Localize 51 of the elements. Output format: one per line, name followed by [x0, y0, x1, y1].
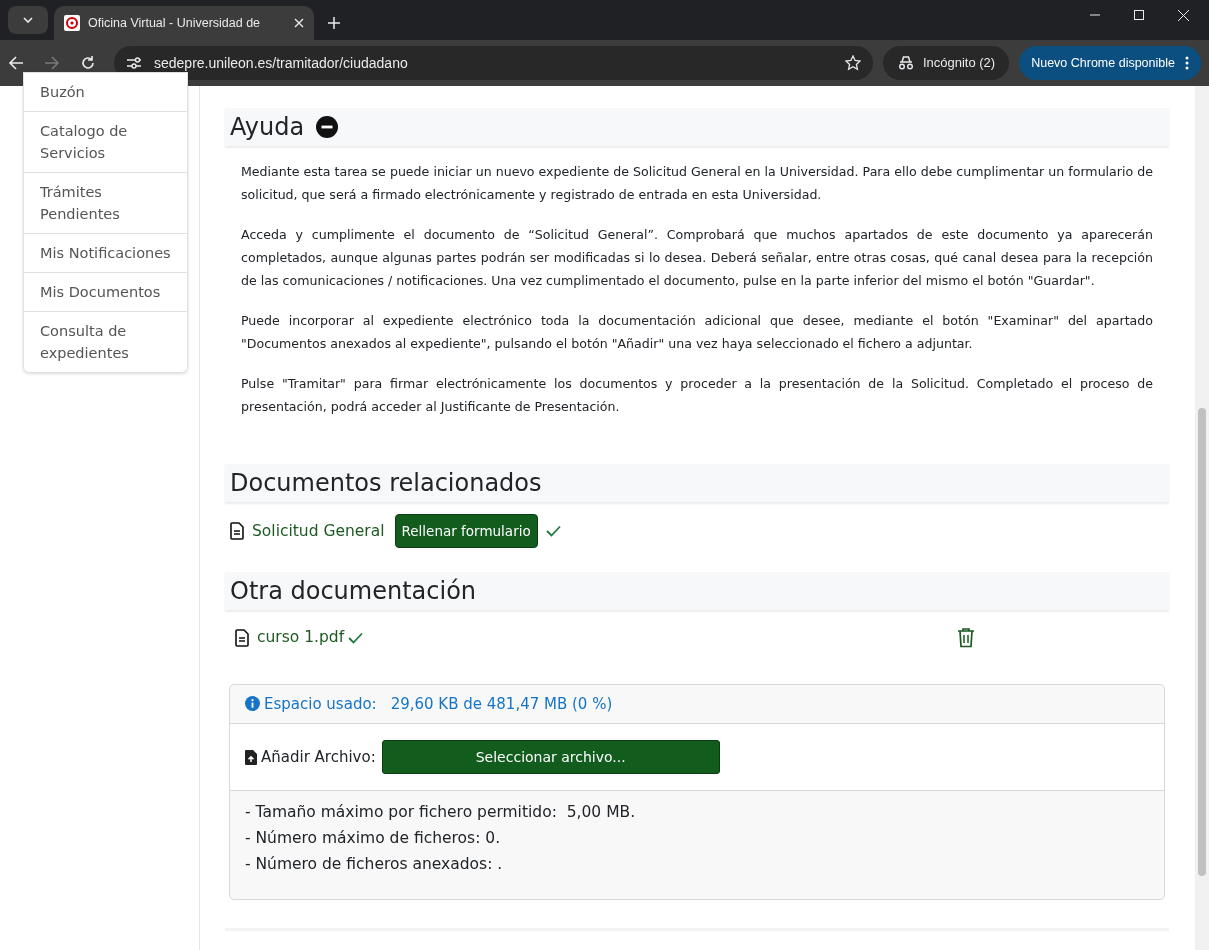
incognito-indicator[interactable]: Incógnito (2): [882, 46, 1010, 80]
trash-icon[interactable]: [957, 627, 975, 649]
address-bar[interactable]: sedepre.unileon.es/tramitador/ciudadano: [114, 46, 873, 80]
close-icon[interactable]: [1178, 9, 1189, 21]
space-used-value: 29,60 KB de 481,47 MB (0 %): [390, 693, 613, 715]
sidebar-item[interactable]: Mis Documentos: [23, 273, 188, 312]
fill-form-button[interactable]: Rellenar formulario: [394, 514, 538, 549]
sidebar-item[interactable]: Catalogo de Servicios: [23, 112, 188, 173]
sidebar-item[interactable]: Trámites Pendientes: [23, 173, 188, 234]
back-arrow-icon[interactable]: [8, 55, 24, 71]
new-tab-icon[interactable]: [328, 17, 340, 29]
chevron-down-icon: [23, 17, 33, 23]
document-icon: [230, 522, 244, 541]
section-title: Documentos relacionados: [230, 468, 542, 499]
help-paragraph: Acceda y cumplimente el documento de “Solicitud General”. Comprobará que muchos apartados de este documento ya aparecerán completados, aunque algunas partes podrán ser modificadas si lo desea. Deberá señalar, entre otras cosas, qué canal desea para la recepción de las comunicaciones / notificaciones. Una vez cumplimentado el documento, pulse en la parte inferior del mismo el botón "Guardar".: [241, 226, 1153, 290]
limit-note: - Tamaño máximo por fichero permitido: 5,00 MB.: [245, 802, 637, 823]
browser-tab[interactable]: Oficina Virtual - Universidad de: [54, 6, 314, 40]
limit-note: - Número de ficheros anexados: .: [245, 854, 504, 875]
site-settings-icon[interactable]: [126, 56, 142, 70]
file-upload-icon: [245, 749, 257, 765]
select-file-button[interactable]: Seleccionar archivo...: [381, 740, 720, 774]
maximize-icon[interactable]: [1134, 9, 1144, 20]
help-paragraph: Pulse "Tramitar" para firmar electrónicamente los documentos y proceder a la presentación de la Solicitud. Completado el proceso de presentación, podrá acceder al Justificante de Presentación.: [241, 375, 1153, 416]
help-paragraph: Puede incorporar al expediente electrónico toda la documentación adicional que desee, mediante el botón "Examinar" del apartado "Documentos anexados al expediente", pulsando el botón "Añadir" una vez haya seleccionado el fichero a adjuntar.: [241, 312, 1153, 353]
add-file-label: Añadir Archivo:: [261, 746, 376, 768]
sidebar-item[interactable]: Mis Notificaciones: [23, 234, 188, 273]
incognito-icon: [896, 56, 915, 70]
incognito-label: Incógnito (2): [922, 54, 996, 73]
forward-arrow-icon[interactable]: [44, 55, 60, 71]
tab-title: Oficina Virtual - Universidad de: [88, 14, 262, 32]
help-paragraph: Mediante esta tarea se puede iniciar un nuevo expediente de Solicitud General en la Universidad. Para ello debe cumplimentar un formulario de solicitud, que será a firmado electrónicamente y registrado de entrada en esta Universidad.: [241, 163, 1153, 204]
file-link[interactable]: curso 1.pdf: [257, 626, 345, 650]
space-used-label: Espacio usado:: [264, 693, 377, 715]
update-button[interactable]: Nuevo Chrome disponible: [1019, 46, 1201, 80]
url-text: sedepre.unileon.es/tramitador/ciudadano: [154, 53, 409, 73]
tab-search-button[interactable]: [8, 6, 48, 34]
site-favicon-icon: [64, 15, 80, 31]
star-icon[interactable]: [844, 55, 861, 71]
document-link[interactable]: Solicitud General: [252, 519, 385, 543]
document-icon: [235, 628, 249, 647]
close-icon[interactable]: [294, 18, 304, 28]
limit-note: - Número máximo de ficheros: 0.: [245, 828, 502, 849]
sidebar-item[interactable]: Consulta de expedientes: [23, 312, 188, 373]
collapse-icon[interactable]: [316, 116, 339, 138]
reload-icon[interactable]: [80, 55, 96, 71]
section-title: Otra documentación: [230, 576, 477, 608]
section-title: Ayuda: [230, 112, 305, 143]
sidebar-item[interactable]: Buzón: [23, 72, 188, 112]
info-icon: [245, 696, 260, 712]
scrollbar[interactable]: [1195, 86, 1209, 950]
menu-icon[interactable]: [1185, 56, 1189, 70]
